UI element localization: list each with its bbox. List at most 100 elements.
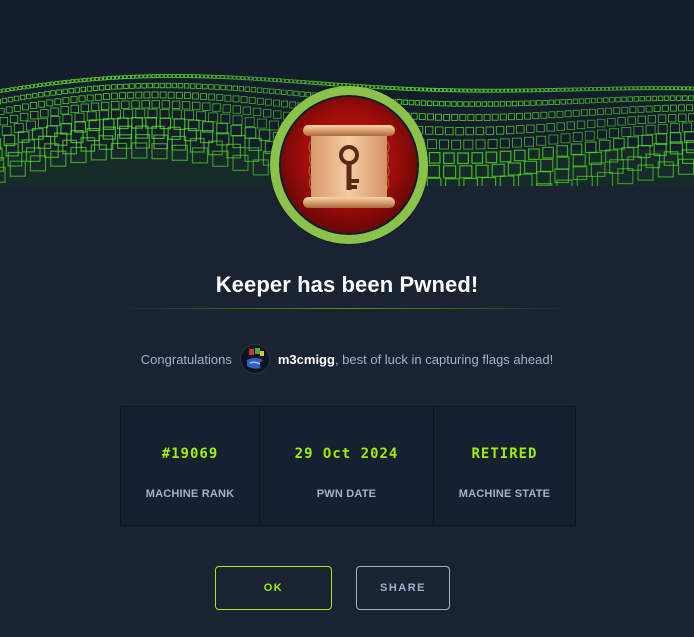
matrix-cube (443, 88, 448, 92)
matrix-cube (657, 86, 662, 91)
matrix-cube (123, 108, 134, 119)
matrix-cube (420, 100, 427, 106)
matrix-cube (165, 82, 172, 89)
matrix-cube (568, 87, 573, 92)
matrix-cube (682, 86, 686, 91)
matrix-cube (601, 86, 605, 91)
matrix-cube (232, 95, 240, 103)
matrix-cube (465, 126, 474, 136)
matrix-cube (268, 88, 275, 94)
matrix-cube (30, 102, 37, 109)
matrix-cube (617, 86, 622, 91)
matrix-cube (139, 74, 144, 79)
congrats-prefix: Congratulations (140, 351, 232, 367)
matrix-cube (645, 86, 650, 91)
matrix-cube (135, 91, 143, 99)
matrix-cube (536, 100, 542, 106)
matrix-cube (40, 109, 49, 118)
matrix-cube (447, 88, 452, 93)
matrix-cube (13, 95, 20, 102)
matrix-cube (163, 74, 168, 78)
matrix-cube (222, 104, 231, 113)
matrix-cube (670, 95, 676, 101)
matrix-cube (44, 91, 50, 97)
matrix-cube (591, 97, 597, 104)
matrix-cube (605, 107, 612, 115)
stat-label: MACHINE RANK (145, 488, 235, 500)
matrix-cube (0, 89, 2, 94)
matrix-cube (58, 80, 63, 85)
matrix-cube (526, 124, 535, 133)
matrix-cube (216, 132, 230, 146)
matrix-cube (70, 104, 79, 114)
matrix-cube (627, 136, 640, 148)
share-button[interactable]: SHARE (356, 566, 450, 610)
matrix-cube (408, 99, 415, 106)
matrix-cube (394, 86, 399, 91)
matrix-cube (141, 100, 150, 109)
matrix-cube (256, 118, 267, 129)
matrix-cube (471, 88, 476, 93)
matrix-cube (633, 96, 639, 102)
matrix-cube (232, 75, 237, 80)
matrix-cube (66, 79, 71, 84)
matrix-cube (540, 88, 545, 93)
matrix-cube (435, 126, 444, 135)
matrix-cube (309, 80, 314, 85)
matrix-cube (516, 113, 523, 120)
matrix-cube (216, 75, 221, 79)
matrix-cube (467, 114, 475, 121)
matrix-cube (264, 77, 269, 82)
matrix-cube (641, 134, 654, 147)
matrix-cube (192, 101, 201, 111)
matrix-cube (299, 91, 305, 97)
matrix-cube (637, 115, 646, 124)
matrix-cube (688, 95, 694, 101)
matrix-cube (572, 87, 577, 92)
username[interactable]: m3cmigg (278, 352, 335, 367)
matrix-cube (147, 74, 152, 79)
matrix-cube (402, 86, 407, 91)
ok-button[interactable]: OK (215, 566, 332, 610)
matrix-cube (463, 88, 468, 93)
matrix-cube (597, 129, 607, 140)
matrix-cube (621, 106, 629, 114)
matrix-cube (252, 107, 262, 117)
matrix-cube (183, 92, 191, 99)
matrix-cube (240, 76, 245, 80)
matrix-cube (220, 75, 225, 79)
matrix-cube (46, 125, 58, 138)
matrix-cube (56, 89, 62, 95)
matrix-cube (273, 78, 277, 82)
matrix-cube (580, 87, 585, 92)
matrix-cube (676, 95, 682, 101)
matrix-cube (629, 86, 634, 91)
matrix-cube (92, 85, 99, 91)
matrix-cube (597, 97, 603, 103)
matrix-cube (518, 100, 524, 107)
matrix-cube (13, 105, 21, 112)
matrix-cube (410, 87, 415, 91)
matrix-cube (333, 82, 338, 87)
matrix-cube (281, 100, 289, 108)
matrix-cube (200, 93, 208, 100)
matrix-cube (637, 105, 645, 113)
matrix-cube (0, 108, 5, 115)
matrix-cube (621, 86, 626, 91)
matrix-cube (483, 88, 488, 93)
matrix-cube (208, 74, 213, 79)
matrix-cube (627, 116, 636, 125)
matrix-cube (536, 88, 541, 93)
matrix-cube (135, 83, 141, 89)
matrix-cube (289, 79, 294, 84)
matrix-cube (101, 101, 110, 111)
matrix-cube (670, 86, 674, 91)
matrix-cube (536, 123, 545, 133)
matrix-cube (68, 88, 74, 94)
matrix-cube (548, 88, 553, 92)
matrix-cube (102, 118, 115, 130)
matrix-cube (25, 93, 32, 100)
matrix-cube (226, 85, 232, 91)
matrix-cube (287, 90, 293, 96)
user-avatar-icon[interactable] (239, 344, 270, 374)
